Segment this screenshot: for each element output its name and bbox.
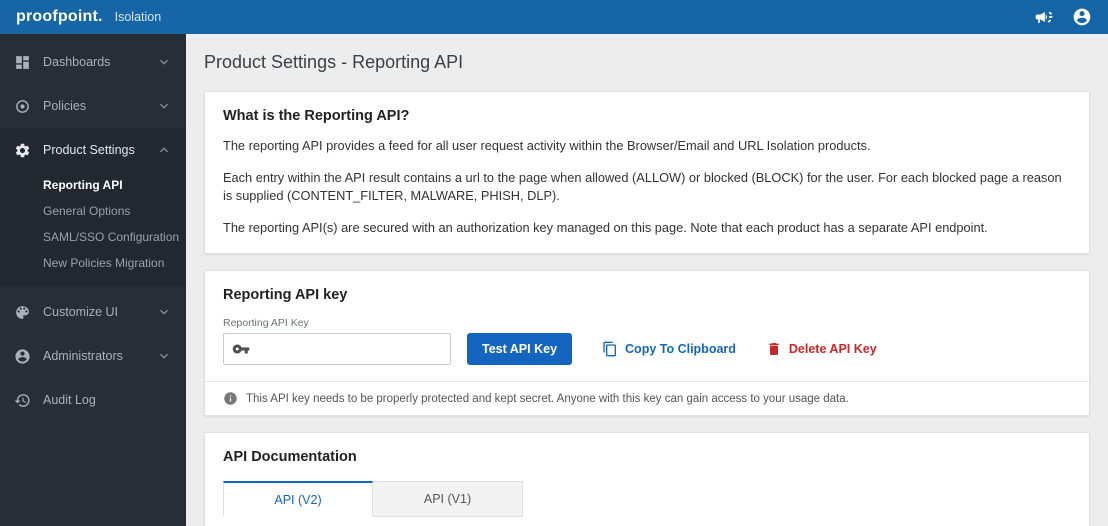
delete-icon: [766, 341, 782, 357]
sidebar-item-policies[interactable]: Policies: [0, 84, 186, 128]
api-key-input-wrap: [223, 333, 451, 366]
person-icon: [14, 348, 31, 365]
about-card: What is the Reporting API? The reporting…: [204, 91, 1090, 255]
sidebar-item-label: Audit Log: [43, 393, 96, 407]
sidebar-item-reporting-api[interactable]: Reporting API: [0, 172, 186, 198]
app-body: Dashboards Policies Product Settings Rep…: [0, 34, 1108, 526]
sidebar-item-dashboards[interactable]: Dashboards: [0, 40, 186, 84]
about-card-title: What is the Reporting API?: [223, 108, 410, 124]
dashboard-icon: [14, 54, 31, 71]
topbar: proofpoint. Isolation: [0, 0, 1108, 34]
api-key-input[interactable]: [257, 341, 442, 357]
chevron-down-icon: [156, 54, 172, 70]
tab-api-v2[interactable]: API (V2): [223, 481, 373, 518]
chevron-down-icon: [156, 348, 172, 364]
about-paragraph-1: The reporting API provides a feed for al…: [223, 138, 871, 153]
info-icon: [223, 391, 238, 406]
chevron-down-icon: [156, 304, 172, 320]
history-icon: [14, 392, 31, 409]
about-paragraph-2: Each entry within the API result contain…: [223, 169, 1062, 204]
sidebar-item-label: Administrators: [43, 349, 123, 363]
api-docs-title: API Documentation: [223, 449, 357, 466]
account-icon[interactable]: [1072, 7, 1092, 27]
proofpoint-logo: proofpoint.: [16, 8, 103, 25]
sidebar-item-new-policies-migration[interactable]: New Policies Migration: [0, 250, 186, 276]
policies-icon: [14, 98, 31, 115]
sidebar-item-audit-log[interactable]: Audit Log: [0, 378, 186, 422]
sidebar-item-product-settings[interactable]: Product Settings: [0, 128, 186, 172]
sidebar-item-label: Customize UI: [43, 305, 119, 319]
tab-api-v1[interactable]: API (V1): [373, 481, 523, 518]
api-key-note-text: This API key needs to be properly protec…: [246, 392, 849, 405]
sidebar-group-product-settings: Product Settings Reporting API General O…: [0, 128, 186, 286]
copy-to-clipboard-label: Copy To Clipboard: [625, 342, 736, 357]
palette-icon: [14, 304, 31, 321]
api-docs-card: API Documentation API (V2) API (V1) API …: [204, 432, 1090, 526]
gear-icon: [14, 142, 31, 159]
sidebar-item-label: Product Settings: [43, 143, 135, 157]
chevron-up-icon: [156, 142, 172, 158]
copy-icon: [602, 341, 618, 357]
main-content: Product Settings - Reporting API What is…: [186, 34, 1108, 526]
key-icon: [232, 340, 250, 358]
api-docs-tabs: API (V2) API (V1): [223, 481, 1071, 518]
api-key-card-title: Reporting API key: [223, 287, 348, 304]
api-key-field-label: Reporting API Key: [223, 317, 309, 330]
copy-to-clipboard-button[interactable]: Copy To Clipboard: [602, 341, 736, 357]
api-key-card: Reporting API key Reporting API Key Test…: [204, 270, 1090, 417]
sidebar-item-saml-sso-configuration[interactable]: SAML/SSO Configuration: [0, 224, 186, 250]
sidebar-item-label: Dashboards: [43, 55, 111, 69]
delete-api-key-label: Delete API Key: [788, 342, 877, 357]
product-name: Isolation: [114, 10, 162, 24]
delete-api-key-button[interactable]: Delete API Key: [766, 341, 877, 357]
api-key-row: Test API Key Copy To Clipboard Delete AP…: [223, 333, 1071, 366]
sidebar-item-customize-ui[interactable]: Customize UI: [0, 290, 186, 334]
sidebar: Dashboards Policies Product Settings Rep…: [0, 34, 186, 526]
sidebar-item-general-options[interactable]: General Options: [0, 198, 186, 224]
sidebar-item-label: Policies: [43, 99, 87, 113]
test-api-key-button[interactable]: Test API Key: [467, 333, 573, 366]
sidebar-item-administrators[interactable]: Administrators: [0, 334, 186, 378]
page-title: Product Settings - Reporting API: [204, 52, 464, 72]
api-key-note: This API key needs to be properly protec…: [205, 381, 1089, 415]
chevron-down-icon: [156, 98, 172, 114]
about-paragraph-3: The reporting API(s) are secured with an…: [223, 219, 988, 235]
announcements-icon[interactable]: [1034, 7, 1054, 27]
